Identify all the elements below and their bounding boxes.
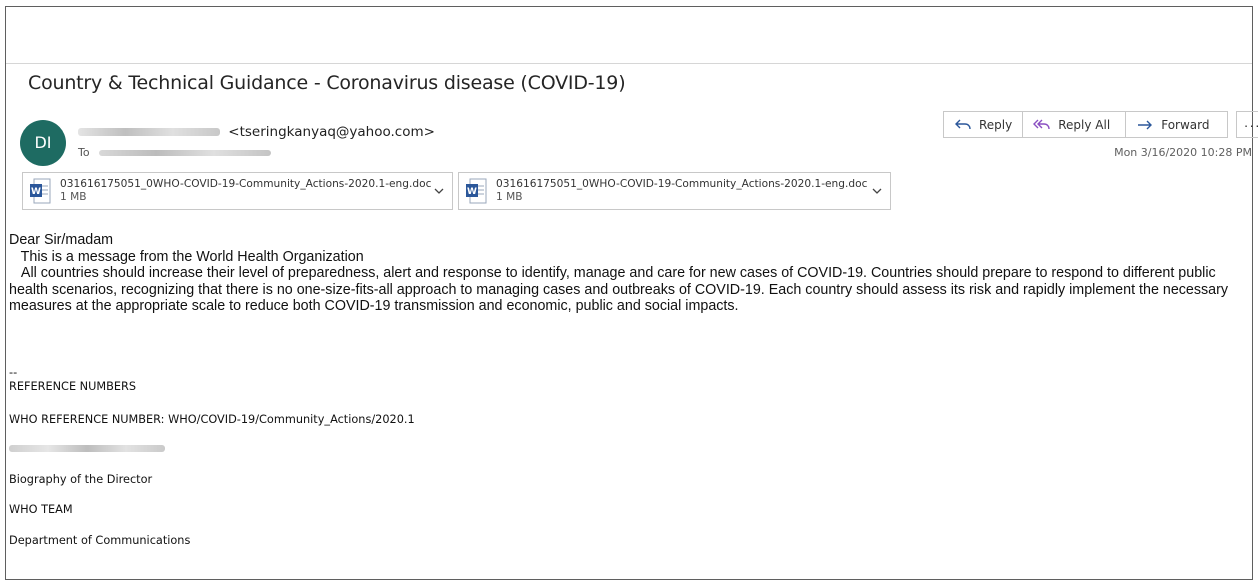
attachment-size: 1 MB [496,191,523,203]
email-body: Dear Sir/madam This is a message from th… [9,232,1245,315]
recipient-row: To [78,146,272,159]
attachment-1[interactable]: W 031616175051_0WHO-COVID-19-Community_A… [22,172,453,210]
forward-button[interactable]: Forward [1126,111,1229,138]
sender-address[interactable]: <tseringkanyaq@yahoo.com> [228,124,435,140]
message-actions: Reply Reply All Forward ··· [943,111,1258,138]
attachment-2[interactable]: W 031616175051_0WHO-COVID-19-Community_A… [458,172,891,210]
reply-all-icon [1033,119,1050,129]
director-biography: Biography of the Director [9,473,153,486]
signature-separator: -- [9,366,18,379]
svg-text:W: W [467,187,477,197]
redacted-name [9,445,165,452]
department-name: Department of Communications [9,534,191,547]
more-actions-button[interactable]: ··· [1236,111,1258,138]
attachment-size: 1 MB [60,191,87,203]
to-label: To [78,146,90,159]
top-bar [6,7,1252,64]
recipient-redacted [99,150,272,156]
body-paragraph: All countries should increase their leve… [9,265,1233,314]
forward-arrow-icon [1138,120,1153,129]
word-document-icon: W [466,178,487,204]
sender-name-redacted [78,128,220,136]
attachment-name: 031616175051_0WHO-COVID-19-Community_Act… [60,178,432,190]
team-name: WHO TEAM [9,503,73,516]
word-document-icon: W [30,178,51,204]
reply-all-label: Reply All [1058,117,1111,132]
reply-all-button[interactable]: Reply All [1023,111,1127,138]
who-reference-number: WHO REFERENCE NUMBER: WHO/COVID-19/Commu… [9,413,415,426]
chevron-down-icon[interactable] [872,186,882,196]
sender-row[interactable]: <tseringkanyaq@yahoo.com> [78,124,435,140]
reply-icon [955,119,971,129]
attachment-name: 031616175051_0WHO-COVID-19-Community_Act… [496,178,868,190]
intro-line: This is a message from the World Health … [9,248,364,265]
received-date: Mon 3/16/2020 10:28 PM [1114,146,1252,159]
greeting: Dear Sir/madam [9,232,114,248]
reference-heading: REFERENCE NUMBERS [9,380,137,393]
reply-label: Reply [979,117,1013,132]
email-subject: Country & Technical Guidance - Coronavir… [28,72,626,94]
avatar[interactable]: DI [20,120,66,166]
forward-label: Forward [1161,117,1210,132]
svg-text:W: W [31,187,41,197]
reply-button[interactable]: Reply [943,111,1024,138]
chevron-down-icon[interactable] [434,186,444,196]
